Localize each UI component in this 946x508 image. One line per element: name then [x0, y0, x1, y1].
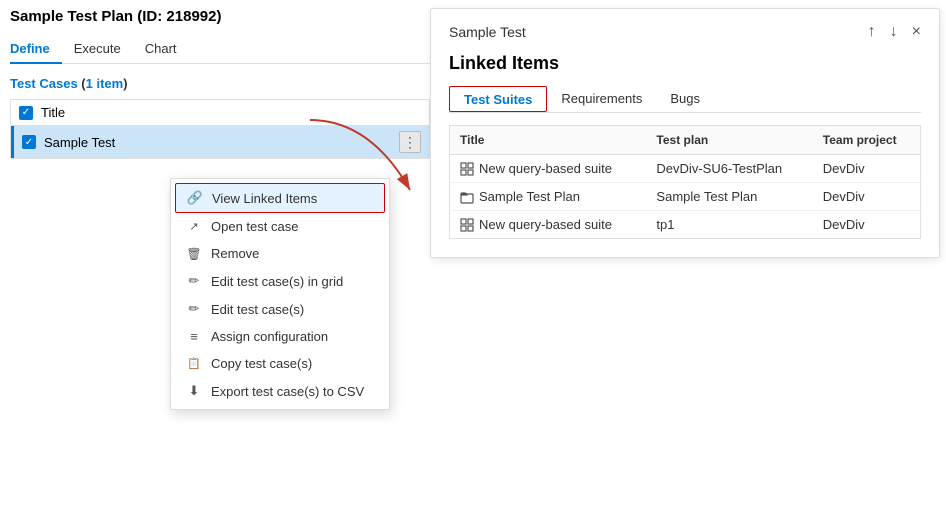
- context-menu-label-remove: Remove: [211, 246, 259, 261]
- context-menu-item-open[interactable]: ↗ Open test case: [171, 213, 389, 240]
- table-row: New query-based suiteDevDiv-SU6-TestPlan…: [450, 155, 921, 183]
- cell-team-project: DevDiv: [813, 183, 921, 211]
- list-header: Title: [11, 100, 429, 126]
- more-button[interactable]: ⋮: [399, 131, 421, 153]
- context-menu-item-assign[interactable]: ≡ Assign configuration: [171, 323, 389, 350]
- col-team-project: Team project: [813, 126, 921, 155]
- context-menu-item-export[interactable]: ⬇ Export test case(s) to CSV: [171, 377, 389, 405]
- cell-team-project: DevDiv: [813, 211, 921, 239]
- cell-team-project: DevDiv: [813, 155, 921, 183]
- list-row-sample-test[interactable]: Sample Test ⋮: [11, 126, 429, 158]
- tab-execute[interactable]: Execute: [74, 35, 133, 64]
- cell-test-plan: tp1: [646, 211, 812, 239]
- context-menu-label-view-linked: View Linked Items: [212, 191, 317, 206]
- folder-icon: [460, 190, 474, 204]
- right-panel-controls: ↑ ↓ ×: [868, 23, 921, 41]
- col-title: Title: [450, 126, 647, 155]
- move-up-button[interactable]: ↑: [868, 23, 876, 41]
- left-panel: Sample Test Plan (ID: 218992) Define Exe…: [10, 8, 430, 159]
- cell-test-plan: Sample Test Plan: [646, 183, 812, 211]
- context-menu-item-view-linked[interactable]: 🔗 View Linked Items: [175, 183, 385, 213]
- context-menu-item-edit-grid[interactable]: ✏ Edit test case(s) in grid: [171, 267, 389, 295]
- page-title: Sample Test Plan (ID: 218992): [10, 8, 430, 25]
- move-down-button[interactable]: ↓: [890, 23, 898, 41]
- right-panel-title: Sample Test: [449, 24, 526, 40]
- remove-icon: 🗑: [185, 247, 203, 261]
- copy-icon: 📋: [185, 357, 203, 370]
- context-menu-label-assign: Assign configuration: [211, 329, 328, 344]
- context-menu-label-export: Export test case(s) to CSV: [211, 384, 364, 399]
- context-menu-item-copy[interactable]: 📋 Copy test case(s): [171, 350, 389, 377]
- cell-title: Sample Test Plan: [450, 183, 647, 211]
- section-title: Test Cases (1 item): [10, 76, 430, 91]
- sub-tab-bugs[interactable]: Bugs: [656, 86, 714, 113]
- tab-define[interactable]: Define: [10, 35, 62, 64]
- close-button[interactable]: ×: [912, 23, 921, 41]
- assign-icon: ≡: [185, 329, 203, 344]
- table-row: Sample Test PlanSample Test PlanDevDiv: [450, 183, 921, 211]
- edit-icon: ✏: [185, 301, 203, 317]
- context-menu-label-edit-grid: Edit test case(s) in grid: [211, 274, 343, 289]
- header-checkbox[interactable]: [19, 106, 33, 120]
- context-menu-label-edit: Edit test case(s): [211, 302, 304, 317]
- test-cases-list: Title Sample Test ⋮: [10, 99, 430, 159]
- export-icon: ⬇: [185, 383, 203, 399]
- grid-icon: [460, 218, 474, 232]
- right-panel: Sample Test ↑ ↓ × Linked Items Test Suit…: [430, 8, 940, 258]
- tabs-bar: Define Execute Chart: [10, 35, 430, 64]
- section-count: 1 item: [86, 76, 124, 91]
- sub-tab-requirements[interactable]: Requirements: [547, 86, 656, 113]
- table-row: New query-based suitetp1DevDiv: [450, 211, 921, 239]
- linked-table: Title Test plan Team project New query-b…: [449, 125, 921, 239]
- col-test-plan: Test plan: [646, 126, 812, 155]
- sub-tabs: Test Suites Requirements Bugs: [449, 86, 921, 113]
- cell-title: New query-based suite: [450, 211, 647, 239]
- cell-title: New query-based suite: [450, 155, 647, 183]
- context-menu: 🔗 View Linked Items ↗ Open test case 🗑 R…: [170, 178, 390, 410]
- edit-grid-icon: ✏: [185, 273, 203, 289]
- row-label: Sample Test: [44, 135, 399, 150]
- context-menu-label-open: Open test case: [211, 219, 298, 234]
- context-menu-item-edit[interactable]: ✏ Edit test case(s): [171, 295, 389, 323]
- open-icon: ↗: [185, 220, 203, 233]
- link-icon: 🔗: [186, 190, 204, 206]
- context-menu-label-copy: Copy test case(s): [211, 356, 312, 371]
- grid-icon: [460, 162, 474, 176]
- tab-chart[interactable]: Chart: [145, 35, 189, 64]
- cell-test-plan: DevDiv-SU6-TestPlan: [646, 155, 812, 183]
- row-checkbox[interactable]: [22, 135, 36, 149]
- right-panel-header: Sample Test ↑ ↓ ×: [449, 23, 921, 41]
- context-menu-item-remove[interactable]: 🗑 Remove: [171, 240, 389, 267]
- sub-tab-test-suites[interactable]: Test Suites: [449, 86, 547, 112]
- linked-items-title: Linked Items: [449, 53, 921, 74]
- header-title-label: Title: [41, 105, 65, 120]
